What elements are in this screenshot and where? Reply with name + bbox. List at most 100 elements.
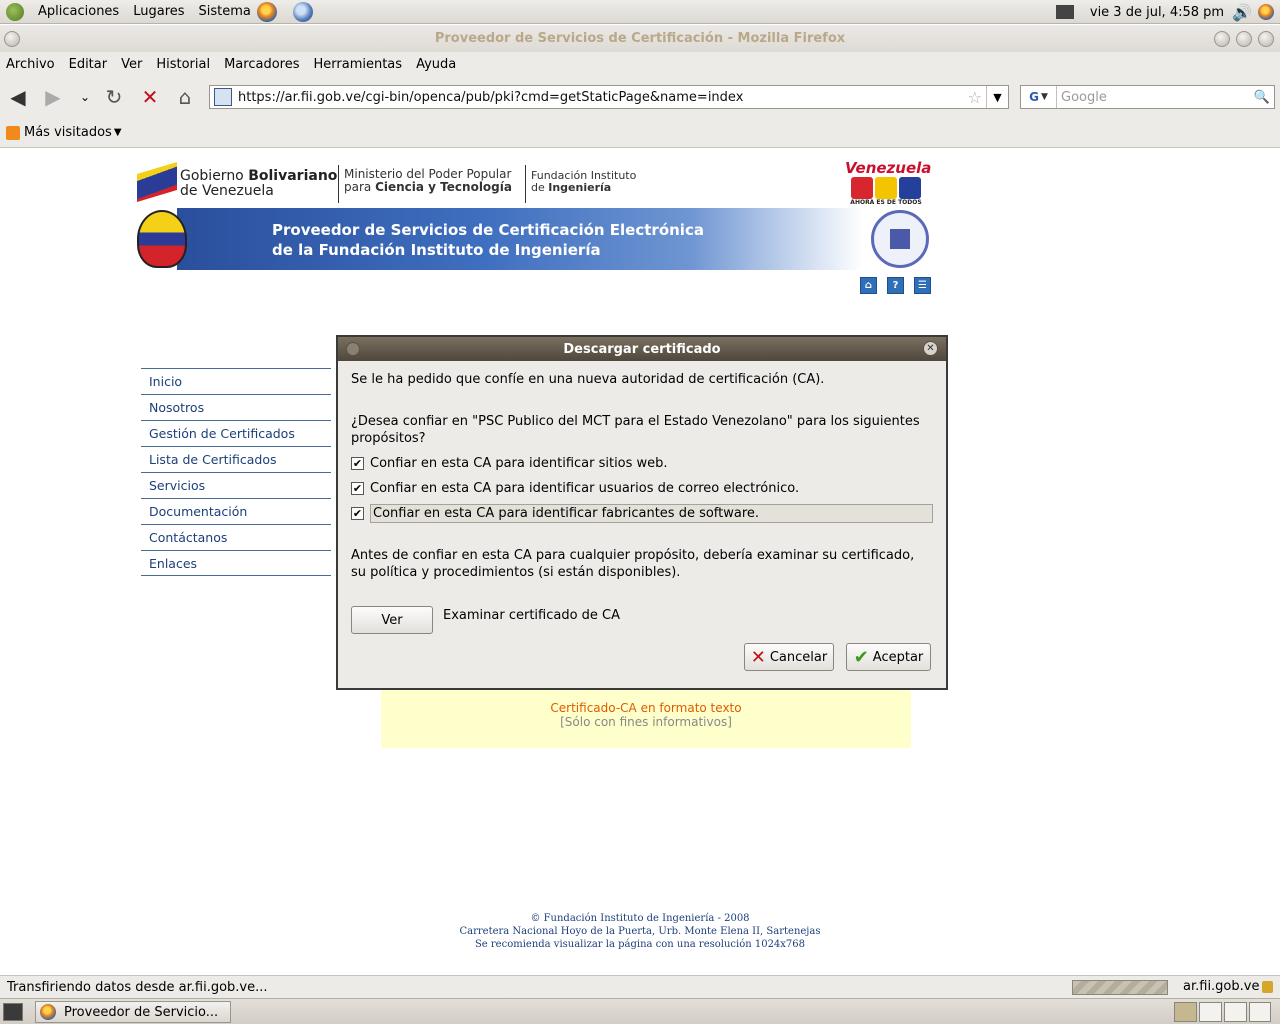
- menu-archivo[interactable]: Archivo: [6, 57, 55, 72]
- page-shortcut-icons: ⌂ ? ☰: [860, 277, 931, 294]
- close-icon[interactable]: ✕: [923, 341, 938, 356]
- logo-divider: [338, 165, 339, 203]
- panel-menu-lugares[interactable]: Lugares: [133, 4, 184, 19]
- menu-historial[interactable]: Historial: [156, 57, 210, 72]
- window-title: Proveedor de Servicios de Certificación …: [434, 31, 846, 46]
- chevron-down-icon: ▼: [1040, 92, 1048, 102]
- trust-software-checkbox[interactable]: ✔: [351, 506, 364, 520]
- footer-line: © Fundación Instituto de Ingeniería - 20…: [530, 913, 750, 924]
- forward-button[interactable]: ▶: [40, 84, 66, 110]
- window-titlebar[interactable]: Proveedor de Servicios de Certificación …: [0, 25, 1280, 52]
- status-text: Transfiriendo datos desde ar.fii.gob.ve.…: [7, 979, 268, 995]
- minimize-button[interactable]: [1214, 31, 1230, 47]
- dialog-menu-button[interactable]: [346, 342, 360, 356]
- venezuela-figures-icon: [845, 177, 927, 199]
- trust-websites-checkbox[interactable]: ✔: [351, 456, 364, 470]
- sitemap-icon[interactable]: ☰: [914, 277, 931, 294]
- show-desktop-icon[interactable]: [3, 1003, 23, 1021]
- nav-item-lista-certificados[interactable]: Lista de Certificados: [141, 446, 331, 472]
- trust-software-label[interactable]: Confiar en esta CA para identificar fabr…: [370, 503, 933, 523]
- url-bar[interactable]: https://ar.fii.gob.ve/cgi-bin/openca/pub…: [209, 85, 1009, 109]
- workspace-4[interactable]: [1249, 1002, 1271, 1022]
- home-button[interactable]: ⌂: [172, 84, 198, 110]
- taskbar-firefox-window[interactable]: Proveedor de Servicio...: [35, 1001, 231, 1023]
- search-engine-icon[interactable]: G ▼: [1021, 86, 1057, 108]
- download-certificate-dialog: Descargar certificado ✕ Se le ha pedido …: [336, 335, 948, 690]
- menubar: Archivo Editar Ver Historial Marcadores …: [0, 52, 1280, 76]
- search-input[interactable]: Google: [1057, 90, 1254, 105]
- nav-item-servicios[interactable]: Servicios: [141, 472, 331, 498]
- url-dropdown-icon[interactable]: ▼: [986, 86, 1008, 108]
- workspace-3[interactable]: [1224, 1002, 1247, 1022]
- nav-item-inicio[interactable]: Inicio: [141, 368, 331, 394]
- status-bar: Transfiriendo datos desde ar.fii.gob.ve.…: [0, 975, 1280, 998]
- nav-item-enlaces[interactable]: Enlaces: [141, 550, 331, 576]
- nav-item-contactanos[interactable]: Contáctanos: [141, 524, 331, 550]
- venezuela-logo-text: Venezuela: [845, 159, 932, 177]
- workspace-1[interactable]: [1174, 1002, 1197, 1022]
- most-visited-button[interactable]: Más visitados: [24, 125, 112, 140]
- clock[interactable]: vie 3 de jul, 4:58 pm: [1090, 5, 1224, 20]
- volume-icon[interactable]: 🔊: [1232, 3, 1252, 22]
- menu-ayuda[interactable]: Ayuda: [416, 57, 456, 72]
- cancel-button[interactable]: ✕ Cancelar: [744, 643, 834, 671]
- trust-email-option[interactable]: ✔ Confiar en esta CA para identificar us…: [351, 478, 799, 498]
- back-button[interactable]: ◀: [5, 84, 31, 110]
- network-icon[interactable]: [1055, 5, 1074, 19]
- cancel-button-label: Cancelar: [769, 649, 828, 665]
- psc-helmet-logo: [137, 210, 187, 268]
- view-button-label: Ver: [381, 612, 403, 628]
- panel-menu-aplicaciones[interactable]: Aplicaciones: [38, 4, 119, 19]
- history-dropdown-icon[interactable]: ⌄: [72, 84, 98, 110]
- footer-line: Se recomienda visualizar la página con u…: [474, 939, 806, 950]
- workspace-2[interactable]: [1199, 1002, 1222, 1022]
- firefox-launcher-icon[interactable]: [256, 1, 277, 22]
- padlock-icon[interactable]: [1262, 981, 1273, 993]
- thunderbird-launcher-icon[interactable]: [292, 1, 313, 22]
- dialog-titlebar[interactable]: Descargar certificado ✕: [338, 337, 946, 361]
- dialog-title: Descargar certificado: [563, 341, 721, 357]
- dialog-question: ¿Desea confiar en "PSC Publico del MCT p…: [351, 414, 920, 446]
- search-icon[interactable]: 🔍: [1254, 90, 1270, 105]
- logo-divider: [525, 165, 526, 203]
- nav-item-gestion-certificados[interactable]: Gestión de Certificados: [141, 420, 331, 446]
- left-navigation: Inicio Nosotros Gestión de Certificados …: [141, 368, 331, 576]
- stop-button[interactable]: ✕: [137, 84, 163, 110]
- loading-progress-bar: [1072, 980, 1168, 995]
- maximize-button[interactable]: [1236, 31, 1252, 47]
- menu-ver[interactable]: Ver: [121, 57, 142, 72]
- nav-item-nosotros[interactable]: Nosotros: [141, 394, 331, 420]
- bookmark-star-icon[interactable]: ☆: [968, 88, 982, 107]
- trust-websites-label[interactable]: Confiar en esta CA para identificar siti…: [370, 456, 668, 471]
- status-domain[interactable]: ar.fii.gob.ve: [1183, 979, 1259, 994]
- ca-text-format-link[interactable]: Certificado-CA en formato texto: [381, 690, 911, 715]
- menu-editar[interactable]: Editar: [69, 57, 108, 72]
- firefox-tray-icon[interactable]: [1258, 4, 1274, 20]
- menu-marcadores[interactable]: Marcadores: [224, 57, 299, 72]
- reload-button[interactable]: ↻: [101, 84, 127, 110]
- banner-title-line1: Proveedor de Servicios de Certificación …: [272, 221, 704, 239]
- search-engine-letter: G: [1029, 90, 1039, 104]
- menu-herramientas[interactable]: Herramientas: [314, 57, 403, 72]
- view-certificate-button[interactable]: Ver: [351, 606, 433, 634]
- gobierno-logo-text: Gobierno Bolivariano de Venezuela: [180, 169, 337, 199]
- trust-email-label[interactable]: Confiar en esta CA para identificar usua…: [370, 481, 799, 496]
- window-menu-button[interactable]: [4, 31, 20, 47]
- site-identity-icon[interactable]: [214, 88, 232, 106]
- help-icon[interactable]: ?: [887, 277, 904, 294]
- trust-websites-option[interactable]: ✔ Confiar en esta CA para identificar si…: [351, 453, 668, 473]
- accept-button[interactable]: ✔ Aceptar: [846, 643, 931, 671]
- nav-item-documentacion[interactable]: Documentación: [141, 498, 331, 524]
- close-window-button[interactable]: [1258, 31, 1274, 47]
- gob-line1-regular: Gobierno: [180, 168, 249, 184]
- firefox-icon: [40, 1004, 56, 1020]
- home-icon[interactable]: ⌂: [860, 277, 877, 294]
- url-field[interactable]: https://ar.fii.gob.ve/cgi-bin/openca/pub…: [238, 90, 968, 105]
- bottom-panel: Proveedor de Servicio...: [0, 998, 1280, 1024]
- trust-email-checkbox[interactable]: ✔: [351, 481, 364, 495]
- ca-info-box: Certificado-CA en formato texto [Sólo co…: [381, 690, 911, 748]
- accept-button-label: Aceptar: [872, 649, 924, 665]
- search-bar[interactable]: G ▼ Google 🔍: [1020, 85, 1275, 109]
- trust-software-option[interactable]: ✔ Confiar en esta CA para identificar fa…: [351, 503, 933, 523]
- panel-menu-sistema[interactable]: Sistema: [199, 4, 251, 19]
